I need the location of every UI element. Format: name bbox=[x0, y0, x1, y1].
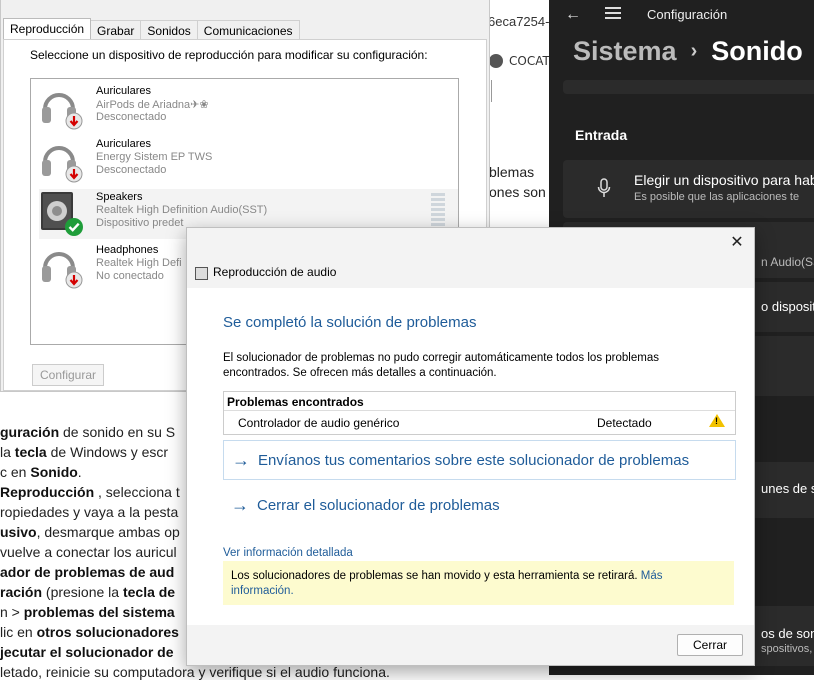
settings-fragment: o dispositi bbox=[761, 299, 814, 314]
app-title: Configuración bbox=[647, 7, 728, 22]
settings-fragment: spositivos, s bbox=[761, 643, 814, 655]
breadcrumb: Sistema › Sonido bbox=[573, 36, 803, 67]
article-line: guración de sonido en su S bbox=[0, 424, 176, 440]
settings-card bbox=[563, 80, 814, 94]
device-item[interactable]: Auriculares Energy Sistem EP TWS Descone… bbox=[39, 136, 458, 186]
device-status: Desconectado bbox=[96, 111, 167, 123]
device-item[interactable]: Auriculares AirPods de Ariadna✈❀ Descone… bbox=[39, 83, 458, 133]
breadcrumb-parent[interactable]: Sistema bbox=[573, 36, 677, 67]
device-status: No conectado bbox=[96, 270, 164, 282]
headphones-icon bbox=[42, 146, 83, 183]
breadcrumb-current: Sonido bbox=[711, 36, 803, 66]
result-heading: Se completó la solución de problemas bbox=[223, 314, 477, 331]
article-fragment: 6eca7254- bbox=[488, 14, 550, 29]
audio-troubleshooter-icon bbox=[195, 267, 208, 280]
headphones-icon bbox=[42, 93, 83, 130]
device-name: Speakers bbox=[96, 191, 143, 203]
notice-text: Los solucionadores de problemas se han m… bbox=[231, 569, 726, 599]
device-description: Realtek High Definition Audio(SST) bbox=[96, 204, 268, 216]
divider bbox=[224, 410, 735, 411]
problem-name: Controlador de audio genérico bbox=[238, 416, 400, 430]
article-line: lic en otros solucionadores bbox=[0, 624, 179, 640]
device-description: Realtek High Defi bbox=[96, 257, 182, 269]
device-name: Headphones bbox=[96, 244, 159, 256]
chip-icon bbox=[489, 54, 503, 68]
result-description: El solucionador de problemas no pudo cor… bbox=[223, 352, 659, 379]
close-icon[interactable]: ✕ bbox=[726, 232, 748, 254]
article-line: ador de problemas de aud bbox=[0, 564, 175, 580]
troubleshooter-dialog: ✕ Reproducción de audio Se completó la s… bbox=[186, 227, 755, 666]
arrow-right-icon: → bbox=[232, 449, 250, 470]
device-name: Auriculares bbox=[96, 85, 152, 97]
arrow-right-icon: → bbox=[231, 494, 249, 515]
configure-button[interactable]: Configurar bbox=[32, 364, 104, 386]
volume-level-meter bbox=[431, 193, 445, 228]
settings-fragment: n Audio(SST bbox=[761, 255, 814, 269]
notice-banner: Los solucionadores de problemas se han m… bbox=[223, 561, 734, 605]
feedback-link[interactable]: → Envíanos tus comentarios sobre este so… bbox=[223, 440, 736, 480]
divider bbox=[491, 80, 492, 102]
article-line: ración (presione la tecla de bbox=[0, 584, 176, 600]
close-troubleshooter-link[interactable]: → Cerrar el solucionador de problemas bbox=[223, 486, 734, 524]
dialog-body: Se completó la solución de problemas El … bbox=[187, 288, 754, 625]
section-heading: Entrada bbox=[575, 127, 628, 143]
article-line: Reproducción , selecciona t bbox=[0, 484, 180, 500]
warning-icon bbox=[709, 414, 725, 427]
device-status: Dispositivo predet bbox=[96, 217, 184, 229]
article-line: la tecla de Windows y escr bbox=[0, 444, 169, 460]
settings-fragment: unes de s bbox=[761, 481, 814, 496]
close-button[interactable]: Cerrar bbox=[677, 634, 743, 656]
back-arrow-icon[interactable]: ← bbox=[565, 6, 581, 24]
details-link[interactable]: Ver información detallada bbox=[223, 547, 353, 559]
device-status: Desconectado bbox=[96, 164, 167, 176]
settings-fragment: os de son bbox=[761, 626, 814, 641]
browser-chip[interactable]: COCAT bbox=[489, 48, 551, 74]
dialog-title: Reproducción de audio bbox=[213, 265, 337, 279]
article-line: ropiedades y vaya a la pesta bbox=[0, 504, 179, 520]
device-name: Auriculares bbox=[96, 138, 152, 150]
problem-status: Detectado bbox=[597, 416, 652, 430]
choose-input-label: Elegir un dispositivo para hab bbox=[634, 172, 814, 188]
article-line: letado, reinicie su computadora y verifi… bbox=[0, 664, 390, 680]
chevron-right-icon: › bbox=[690, 40, 698, 62]
article-line: usivo, desmarque ambas op bbox=[0, 524, 180, 540]
notice-message: Los solucionadores de problemas se han m… bbox=[231, 570, 638, 582]
hamburger-menu-icon[interactable] bbox=[605, 4, 621, 22]
article-fragment: ones son bbox=[489, 184, 546, 200]
device-description: AirPods de Ariadna✈❀ bbox=[96, 99, 209, 111]
problems-table: Problemas encontrados Controlador de aud… bbox=[223, 391, 736, 435]
close-troubleshooter-label: Cerrar el solucionador de problemas bbox=[257, 496, 500, 514]
article-line: c en Sonido. bbox=[0, 464, 82, 480]
chip-label: COCAT bbox=[509, 54, 550, 68]
speaker-icon bbox=[41, 192, 83, 236]
article-line: vuelve a conectar los auricul bbox=[0, 544, 177, 560]
article-line: n > problemas del sistema bbox=[0, 604, 175, 620]
problems-header: Problemas encontrados bbox=[227, 395, 364, 409]
article-fragment: blemas bbox=[489, 164, 535, 180]
feedback-link-label: Envíanos tus comentarios sobre este solu… bbox=[258, 451, 690, 469]
instruction-text: Seleccione un dispositivo de reproducció… bbox=[30, 48, 428, 62]
choose-input-sub: Es posible que las aplicaciones te bbox=[634, 191, 800, 203]
article-line: jecutar el solucionador de bbox=[0, 644, 174, 660]
headphones-icon bbox=[42, 252, 83, 289]
device-description: Energy Sistem EP TWS bbox=[96, 151, 213, 163]
microphone-icon bbox=[597, 178, 611, 197]
